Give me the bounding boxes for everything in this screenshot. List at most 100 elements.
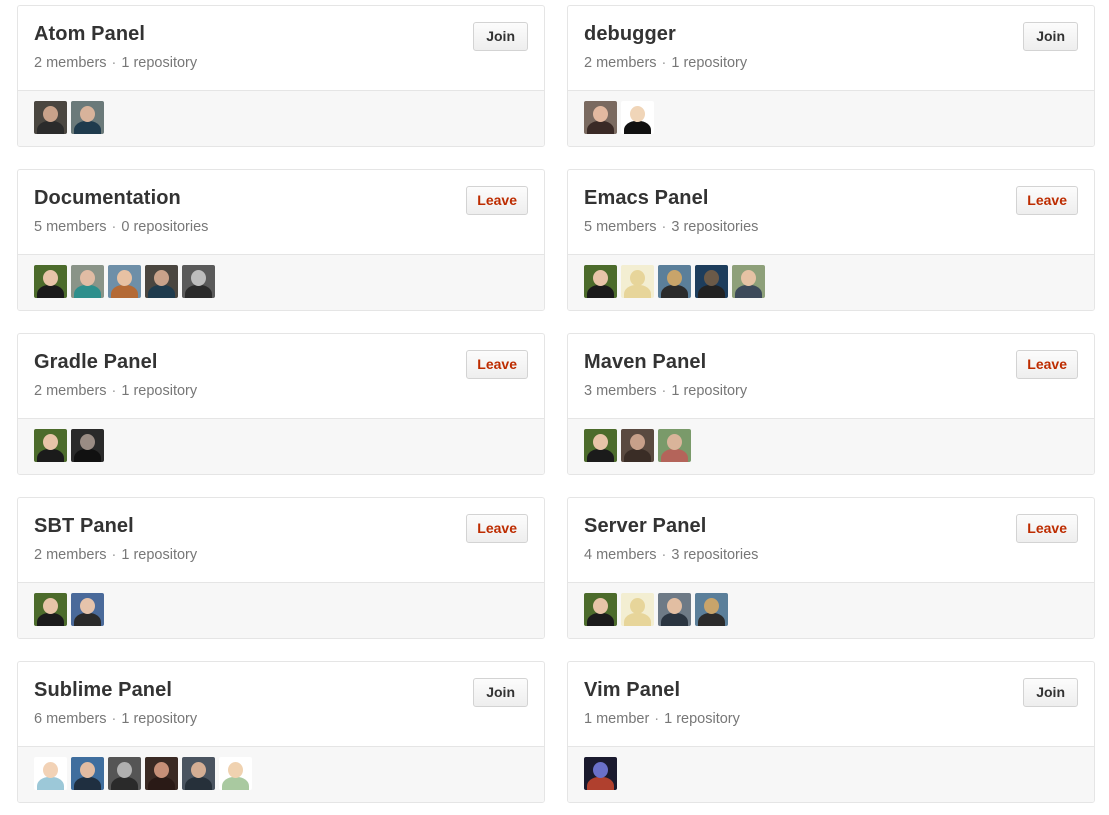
avatar[interactable] [108, 265, 141, 298]
avatar[interactable] [584, 593, 617, 626]
avatar[interactable] [658, 593, 691, 626]
repository-count[interactable]: 3 repositories [671, 547, 758, 563]
join-button[interactable]: Join [473, 678, 528, 707]
avatar[interactable] [71, 101, 104, 134]
avatar-head [80, 434, 95, 450]
repository-count[interactable]: 1 repository [671, 383, 747, 399]
avatar[interactable] [71, 757, 104, 790]
team-card: Sublime Panel 6 members · 1 repository Join [17, 661, 545, 803]
team-name[interactable]: Server Panel [584, 514, 1078, 538]
team-name[interactable]: Vim Panel [584, 678, 1078, 702]
avatar[interactable] [621, 429, 654, 462]
team-name[interactable]: Sublime Panel [34, 678, 528, 702]
avatar[interactable] [584, 429, 617, 462]
avatar[interactable] [34, 101, 67, 134]
join-button[interactable]: Join [1023, 678, 1078, 707]
avatar-body [185, 285, 212, 298]
member-count[interactable]: 4 members [584, 547, 657, 563]
avatar-head [117, 762, 132, 778]
avatar[interactable] [621, 265, 654, 298]
team-card: Atom Panel 2 members · 1 repository Join [17, 5, 545, 147]
avatar-body [698, 613, 725, 626]
repository-count[interactable]: 3 repositories [671, 219, 758, 235]
member-count[interactable]: 3 members [584, 383, 657, 399]
avatar[interactable] [658, 429, 691, 462]
avatar[interactable] [182, 757, 215, 790]
avatar[interactable] [584, 757, 617, 790]
member-count[interactable]: 6 members [34, 711, 107, 727]
avatar[interactable] [584, 101, 617, 134]
team-name[interactable]: Atom Panel [34, 22, 528, 46]
avatar-body [698, 285, 725, 298]
avatar[interactable] [219, 757, 252, 790]
member-count[interactable]: 5 members [34, 219, 107, 235]
avatar-body [37, 285, 64, 298]
member-count[interactable]: 1 member [584, 711, 649, 727]
avatar[interactable] [34, 757, 67, 790]
repository-count[interactable]: 0 repositories [121, 219, 208, 235]
avatar-body [222, 777, 249, 790]
repository-count[interactable]: 1 repository [121, 547, 197, 563]
repository-count[interactable]: 1 repository [121, 383, 197, 399]
leave-button[interactable]: Leave [466, 350, 528, 379]
avatar[interactable] [71, 429, 104, 462]
team-name[interactable]: debugger [584, 22, 1078, 46]
team-card: Server Panel 4 members · 3 repositories Leav… [567, 497, 1095, 639]
avatar[interactable] [34, 593, 67, 626]
avatar-head [80, 598, 95, 614]
leave-button[interactable]: Leave [466, 514, 528, 543]
avatar[interactable] [695, 265, 728, 298]
avatar[interactable] [71, 593, 104, 626]
avatar-body [624, 449, 651, 462]
avatar-head [630, 106, 645, 122]
team-name[interactable]: SBT Panel [34, 514, 528, 538]
avatar[interactable] [621, 101, 654, 134]
avatar[interactable] [732, 265, 765, 298]
leave-button[interactable]: Leave [1016, 350, 1078, 379]
member-count[interactable]: 5 members [584, 219, 657, 235]
avatar[interactable] [71, 265, 104, 298]
team-name[interactable]: Documentation [34, 186, 528, 210]
member-count[interactable]: 2 members [34, 383, 107, 399]
meta-separator: · [111, 55, 117, 71]
leave-button[interactable]: Leave [1016, 514, 1078, 543]
join-button[interactable]: Join [1023, 22, 1078, 51]
avatar-body [74, 121, 101, 134]
member-count[interactable]: 2 members [34, 547, 107, 563]
avatar[interactable] [584, 265, 617, 298]
avatar-head [191, 762, 206, 778]
avatar-body [624, 285, 651, 298]
leave-button[interactable]: Leave [1016, 186, 1078, 215]
avatar[interactable] [621, 593, 654, 626]
team-name[interactable]: Gradle Panel [34, 350, 528, 374]
member-avatars [18, 582, 544, 638]
avatar[interactable] [145, 265, 178, 298]
join-button[interactable]: Join [473, 22, 528, 51]
avatar[interactable] [108, 757, 141, 790]
team-header: Sublime Panel 6 members · 1 repository Join [18, 662, 544, 747]
avatar-head [228, 762, 243, 778]
team-name[interactable]: Emacs Panel [584, 186, 1078, 210]
avatar[interactable] [34, 429, 67, 462]
avatar[interactable] [182, 265, 215, 298]
repository-count[interactable]: 1 repository [121, 711, 197, 727]
repository-count[interactable]: 1 repository [664, 711, 740, 727]
avatar[interactable] [145, 757, 178, 790]
member-avatars [568, 90, 1094, 146]
team-name[interactable]: Maven Panel [584, 350, 1078, 374]
avatar-head [630, 434, 645, 450]
repository-count[interactable]: 1 repository [121, 55, 197, 71]
leave-button[interactable]: Leave [466, 186, 528, 215]
repository-count[interactable]: 1 repository [671, 55, 747, 71]
avatar[interactable] [34, 265, 67, 298]
member-count[interactable]: 2 members [34, 55, 107, 71]
team-header: SBT Panel 2 members · 1 repository Leave [18, 498, 544, 583]
teams-grid: Atom Panel 2 members · 1 repository Join debu… [17, 5, 1095, 803]
avatar-head [704, 270, 719, 286]
avatar[interactable] [658, 265, 691, 298]
avatar-head [630, 270, 645, 286]
avatar[interactable] [695, 593, 728, 626]
avatar-head [667, 598, 682, 614]
member-count[interactable]: 2 members [584, 55, 657, 71]
avatar-head [191, 270, 206, 286]
